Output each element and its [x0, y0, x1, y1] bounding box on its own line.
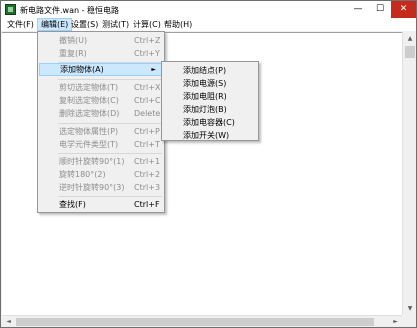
submenu-item-add-node[interactable]: 添加结点(P): [163, 64, 257, 77]
close-button[interactable]: ✕: [391, 1, 416, 18]
horizontal-scrollbar[interactable]: ◄ ►: [2, 315, 402, 327]
submenu-arrow-icon: ►: [151, 66, 156, 73]
menu-item-add-object[interactable]: 添加物体(A) ►: [39, 63, 163, 76]
menu-settings[interactable]: 设置(S): [68, 18, 101, 31]
minimize-button[interactable]: —: [347, 1, 369, 18]
menu-separator: [58, 79, 162, 80]
menu-item-copy[interactable]: 复制选定物体(C) Ctrl+C: [39, 94, 163, 107]
scroll-right-icon[interactable]: ►: [389, 316, 402, 328]
submenu-item-add-source[interactable]: 添加电源(S): [163, 77, 257, 90]
menu-file[interactable]: 文件(F): [4, 18, 37, 31]
menu-item-rotate-cw90[interactable]: 逆时针旋转90°(3) Ctrl+3: [39, 181, 163, 194]
menu-separator: [58, 123, 162, 124]
menu-item-cut[interactable]: 剪切选定物体(T) Ctrl+X: [39, 81, 163, 94]
vertical-scroll-thumb[interactable]: [405, 46, 415, 58]
submenu-item-add-capacitor[interactable]: 添加电容器(C): [163, 116, 257, 129]
title-bar: 新电路文件.wan - 稳恒电路 — ☐ ✕: [1, 1, 416, 18]
menu-item-undo[interactable]: 撤销(U) Ctrl+Z: [39, 34, 163, 47]
maximize-button[interactable]: ☐: [369, 1, 391, 18]
menu-test[interactable]: 测试(T): [99, 18, 132, 31]
scroll-down-icon[interactable]: ▼: [403, 302, 417, 315]
submenu-item-add-resistor[interactable]: 添加电阻(R): [163, 90, 257, 103]
size-grip: [402, 315, 416, 327]
scroll-left-icon[interactable]: ◄: [2, 316, 15, 328]
menu-item-rotate-ccw90[interactable]: 顺时针旋转90°(1) Ctrl+1: [39, 155, 163, 168]
menu-item-find[interactable]: 查找(F) Ctrl+F: [39, 198, 163, 211]
vertical-scrollbar[interactable]: ▲ ▼: [402, 32, 416, 315]
add-object-submenu: 添加结点(P) 添加电源(S) 添加电阻(R) 添加灯泡(B) 添加电容器(C)…: [161, 61, 259, 141]
menu-item-delete[interactable]: 删除选定物体(D) Delete: [39, 107, 163, 120]
menu-edit[interactable]: 编辑(E): [37, 18, 73, 31]
edit-dropdown-menu: 撤销(U) Ctrl+Z 重复(R) Ctrl+Y 添加物体(A) ► 剪切选定…: [37, 31, 165, 213]
menu-item-rotate-180[interactable]: 旋转180°(2) Ctrl+2: [39, 168, 163, 181]
window-title: 新电路文件.wan - 稳恒电路: [20, 6, 120, 15]
menu-compute[interactable]: 计算(C): [130, 18, 164, 31]
app-window: 新电路文件.wan - 稳恒电路 — ☐ ✕ 文件(F) 编辑(E) 设置(S)…: [0, 0, 417, 328]
menu-item-properties[interactable]: 选定物体属性(P) Ctrl+P: [39, 125, 163, 138]
menu-bar: 文件(F) 编辑(E) 设置(S) 测试(T) 计算(C) 帮助(H): [1, 18, 416, 31]
menu-separator: [58, 196, 162, 197]
menu-separator: [58, 153, 162, 154]
horizontal-scroll-thumb[interactable]: [16, 318, 374, 326]
submenu-item-add-switch[interactable]: 添加开关(W): [163, 129, 257, 142]
menu-help[interactable]: 帮助(H): [161, 18, 195, 31]
menu-item-element-type[interactable]: 电学元件类型(T) Ctrl+T: [39, 138, 163, 151]
submenu-item-add-bulb[interactable]: 添加灯泡(B): [163, 103, 257, 116]
circuit-app-icon: [5, 4, 16, 15]
scroll-up-icon[interactable]: ▲: [403, 32, 417, 45]
menu-item-redo[interactable]: 重复(R) Ctrl+Y: [39, 47, 163, 60]
